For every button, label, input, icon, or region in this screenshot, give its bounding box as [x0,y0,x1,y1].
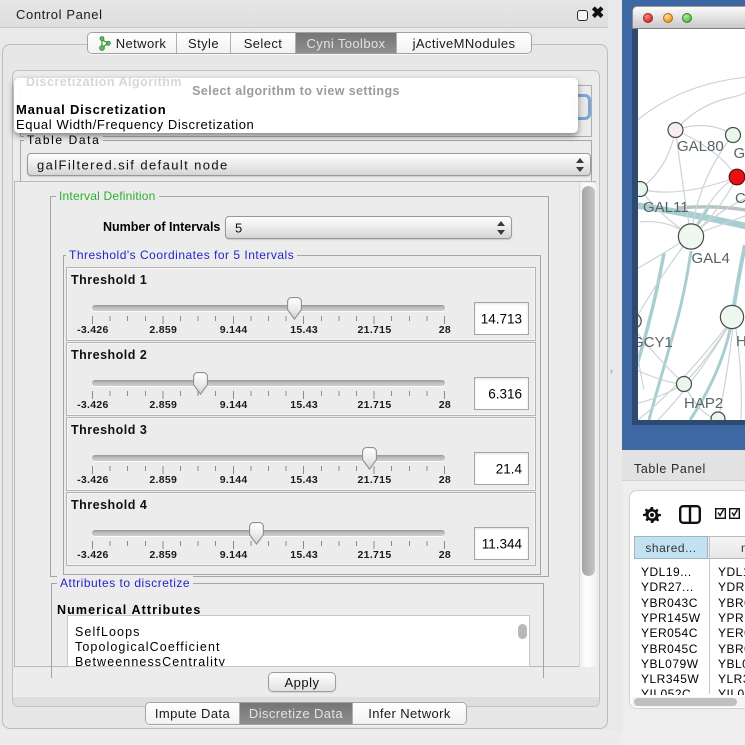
svg-text:GA: GA [734,145,745,162]
svg-text:HAP2: HAP2 [684,395,723,412]
svg-text:GAL80: GAL80 [677,138,724,155]
svg-text:H: H [736,333,745,350]
svg-text:GAL11: GAL11 [643,199,689,216]
svg-text:GCY1: GCY1 [638,334,673,351]
svg-text:C: C [735,190,745,207]
svg-text:GAL4: GAL4 [692,250,730,267]
